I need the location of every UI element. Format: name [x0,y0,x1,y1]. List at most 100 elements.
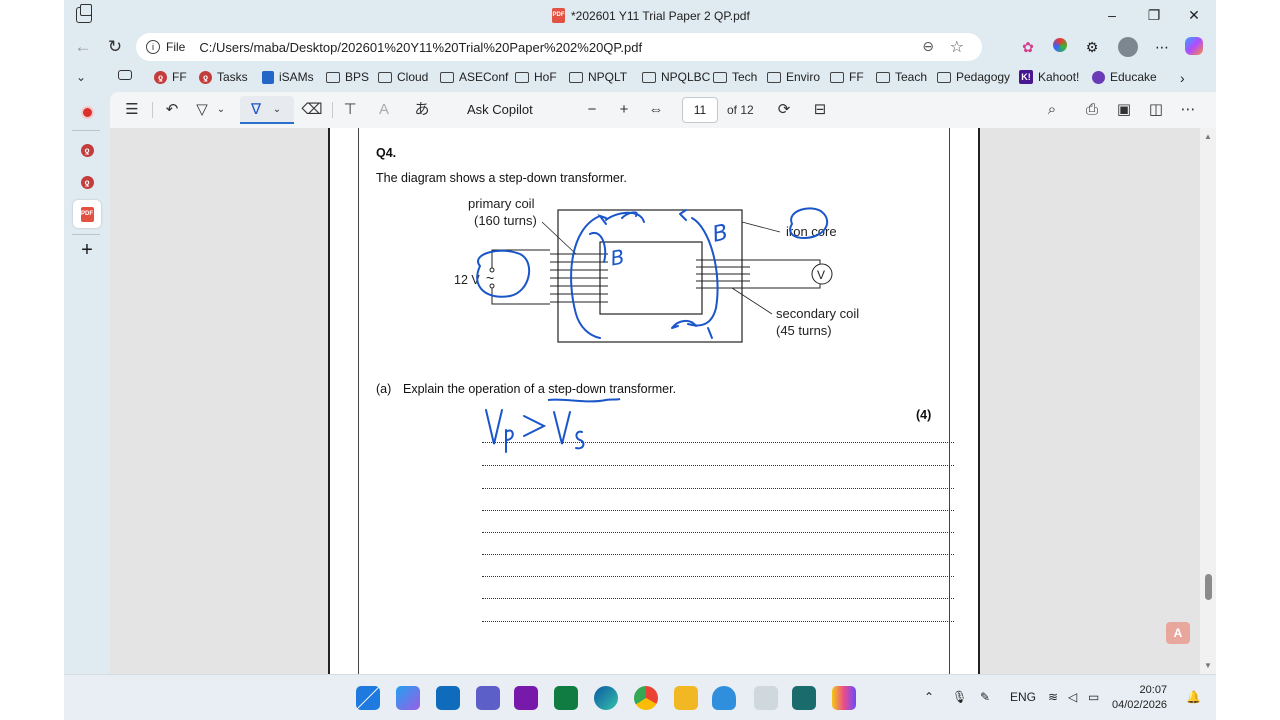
new-tab-plus-icon[interactable]: + [73,236,101,264]
workspaces-icon[interactable] [76,4,92,23]
scrollbar-thumb[interactable] [1205,574,1212,600]
tray-chevron-icon[interactable]: ⌃ [924,690,934,704]
address-url[interactable]: C:/Users/maba/Desktop/202601%20Y11%20Tri… [199,40,642,55]
favorite-item[interactable]: K! Kahoot! [1019,70,1079,84]
tab-tasks[interactable]: ƍ [73,168,101,196]
page-number-input[interactable]: 11 [682,97,718,123]
favorite-item[interactable]: ƍ FF [154,70,187,84]
extensions-puzzle-icon[interactable]: ⚙ [1082,37,1102,57]
language-indicator[interactable]: ENG [1010,690,1036,704]
collapse-chevron-icon[interactable]: ⌄ [76,70,86,84]
answer-line[interactable] [482,621,954,622]
m365-icon[interactable] [396,686,420,710]
refresh-icon[interactable]: ↻ [102,35,128,59]
zoom-in-icon[interactable]: + [612,100,636,120]
answer-line[interactable] [482,510,954,511]
answer-line[interactable] [482,554,954,555]
favorite-item[interactable]: ƍ Tasks [199,70,248,84]
favorite-item[interactable]: Educake [1092,70,1157,84]
print-icon[interactable]: ⎙ [1080,100,1104,120]
vertical-scrollbar[interactable]: ▲ ▼ [1200,128,1216,674]
favorites-more-chevron-icon[interactable]: › [1180,70,1185,86]
extension-flower-icon[interactable]: ✿ [1018,37,1038,57]
hand-raise-icon[interactable] [712,686,736,710]
zoom-out-icon[interactable]: − [580,100,604,120]
extension-circle-icon[interactable] [1050,37,1070,57]
paint-icon[interactable] [832,686,856,710]
tab-recording[interactable] [73,98,101,126]
answer-line[interactable] [482,598,954,599]
favorite-item[interactable]: Pedagogy [937,70,1010,84]
translate-icon[interactable]: あ [410,100,434,120]
scroll-down-arrow-icon[interactable]: ▼ [1204,661,1212,670]
draw-chevron-icon[interactable]: ⌄ [270,100,284,120]
answer-line[interactable] [482,532,954,533]
more-menu-icon[interactable]: ⋯ [1152,37,1172,57]
tab-pdf-active[interactable]: PDF [73,200,101,228]
page-view-icon[interactable]: ⊟ [808,100,832,120]
sway-icon[interactable] [792,686,816,710]
tab-ff[interactable]: ƍ [73,136,101,164]
highlight-icon[interactable]: ▽ [190,100,214,120]
draw-pen-icon[interactable]: ∇ [244,100,268,120]
fit-page-icon[interactable]: ⇔ [644,100,668,120]
contents-list-icon[interactable]: ☰ [120,100,144,120]
eraser-icon[interactable]: ⌫ [300,100,324,120]
search-icon[interactable]: ⌕ [1040,100,1064,120]
back-arrow-icon[interactable]: ← [70,35,96,59]
favorite-item[interactable]: Cloud [378,70,428,84]
address-bar[interactable]: i File C:/Users/maba/Desktop/202601%20Y1… [136,33,982,61]
favorite-item[interactable]: FF [830,70,864,84]
save-icon[interactable]: ▣ [1112,100,1136,120]
volume-icon[interactable]: ◁ [1068,690,1077,704]
text-box-icon[interactable]: ⊤ [338,100,362,120]
undo-icon[interactable]: ↶ [160,100,184,120]
onenote-icon[interactable] [514,686,538,710]
pdf-viewer[interactable]: Q4. The diagram shows a step-down transf… [110,128,1216,674]
favorite-reading-mode[interactable] [118,70,132,80]
favorite-item[interactable]: BPS [326,70,369,84]
notepad-icon[interactable] [754,686,778,710]
profile-avatar[interactable] [1118,37,1138,57]
chrome-icon[interactable] [634,686,658,710]
microphone-icon[interactable]: 🎙 [952,690,967,704]
teams-icon[interactable] [476,686,500,710]
favorite-star-icon[interactable]: ☆ [950,37,964,57]
rotate-icon[interactable]: ⟳ [772,100,796,120]
notification-bell-icon[interactable]: 🔔 [1186,690,1201,704]
scroll-up-arrow-icon[interactable]: ▲ [1204,132,1212,141]
close-button[interactable]: ✕ [1174,4,1214,26]
favorite-item[interactable]: HoF [515,70,557,84]
favorite-item[interactable]: Enviro [767,70,820,84]
excel-icon[interactable] [554,686,578,710]
answer-line[interactable] [482,442,954,443]
maximize-button[interactable]: ❐ [1134,4,1174,26]
info-icon[interactable]: i [146,40,160,54]
answer-line[interactable] [482,465,954,466]
minimize-button[interactable]: – [1092,4,1132,26]
clock[interactable]: 20:07 04/02/2026 [1112,683,1167,713]
file-explorer-icon[interactable] [674,686,698,710]
highlight-chevron-icon[interactable]: ⌄ [214,100,228,120]
answer-line[interactable] [482,576,954,577]
wifi-icon[interactable]: ≋ [1048,690,1058,704]
favorite-item[interactable]: NPQLBC [642,70,710,84]
read-aloud-icon[interactable]: A [372,100,396,120]
edge-icon[interactable] [594,686,618,710]
outlook-icon[interactable] [436,686,460,710]
copilot-icon[interactable] [1184,37,1204,57]
favorite-item[interactable]: Tech [713,70,757,84]
ask-copilot-button[interactable]: Ask Copilot [467,102,533,117]
favorite-item[interactable]: NPQLT [569,70,627,84]
answer-line[interactable] [482,488,954,489]
zoom-icon[interactable]: ⊖ [922,38,934,55]
pen-icon[interactable]: ✎ [980,690,990,704]
favorite-item[interactable]: Teach [876,70,927,84]
favorite-item[interactable]: ASEConf [440,70,508,84]
acrobat-icon[interactable]: A [1166,622,1190,644]
save-as-icon[interactable]: ◫ [1144,100,1168,120]
battery-icon[interactable]: ▭ [1088,690,1099,704]
favorite-item[interactable]: iSAMs [262,70,314,84]
pdf-more-icon[interactable]: ⋯ [1176,100,1200,120]
start-windows-icon[interactable] [356,686,380,710]
